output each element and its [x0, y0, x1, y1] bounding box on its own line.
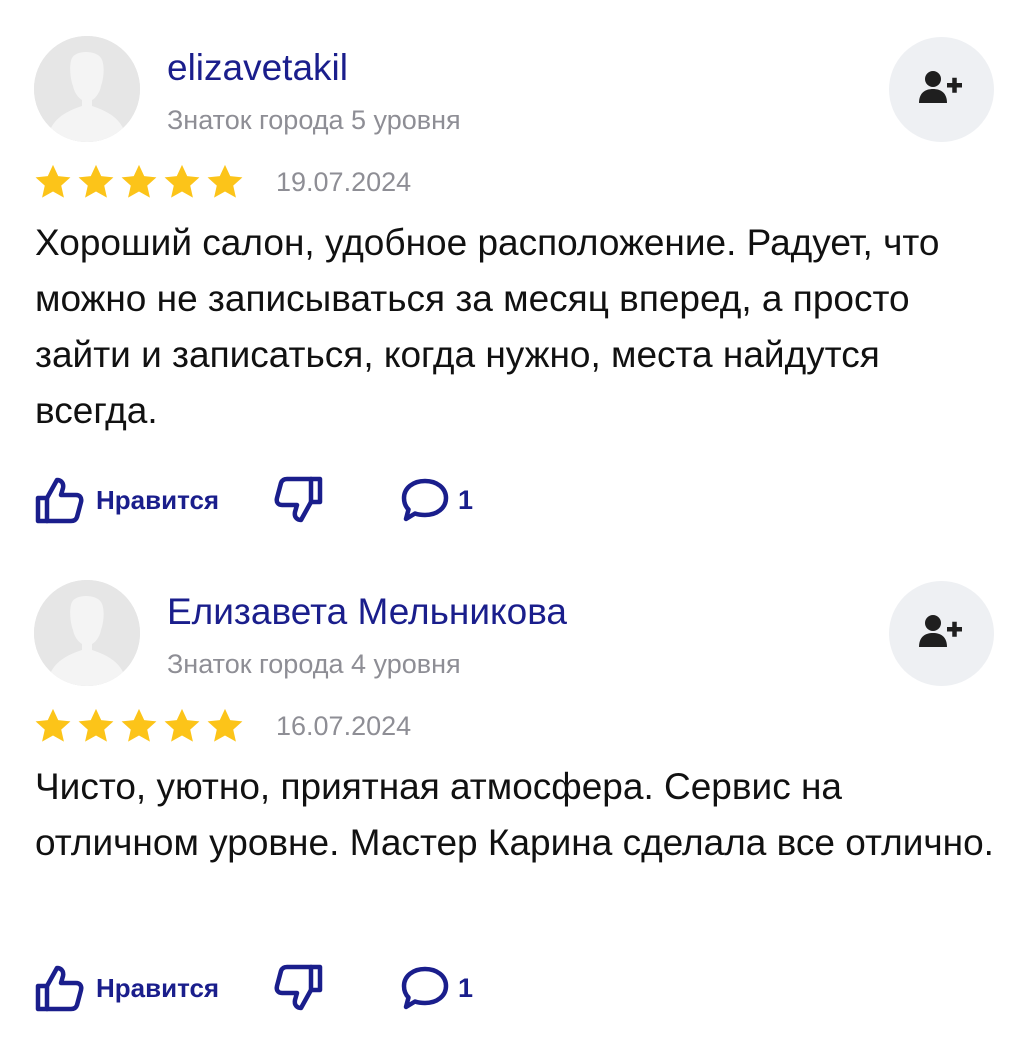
subscribe-button[interactable] — [889, 37, 994, 142]
author-name[interactable]: elizavetakil — [167, 44, 348, 92]
star-icon — [121, 164, 157, 198]
review-actions: Нравится 1 — [34, 472, 634, 528]
subscribe-button[interactable] — [889, 581, 994, 686]
like-label: Нравится — [96, 484, 220, 515]
like-button[interactable]: Нравится — [34, 960, 219, 1016]
thumbs-up-icon — [35, 477, 84, 524]
comment-bubble-icon — [401, 966, 449, 1010]
author-level: Знаток города 5 уровня — [167, 105, 461, 135]
review-text: Чисто, уютно, приятная атмосфера. Сервис… — [35, 766, 994, 863]
comment-count: 1 — [458, 972, 474, 1003]
dislike-button[interactable] — [272, 960, 324, 1016]
review-actions: Нравится 1 — [34, 960, 634, 1016]
like-label: Нравится — [96, 972, 220, 1003]
dislike-button[interactable] — [272, 472, 324, 528]
author-name[interactable]: Елизавета Мельникова — [167, 588, 567, 636]
review-text: Хороший салон, удобное расположение. Рад… — [35, 222, 940, 431]
star-icon — [207, 708, 243, 742]
user-silhouette-icon[interactable] — [34, 36, 140, 142]
star-icon — [78, 164, 114, 198]
star-icon — [121, 708, 157, 742]
rating-stars — [34, 163, 244, 201]
star-icon — [164, 164, 200, 198]
review-card: Елизавета Мельникова Знаток города 4 уро… — [0, 544, 1028, 1054]
thumbs-down-icon — [274, 476, 323, 523]
author-level: Знаток города 4 уровня — [167, 649, 461, 679]
like-button[interactable]: Нравится — [34, 472, 219, 528]
add-user-icon — [919, 615, 962, 647]
star-icon — [164, 708, 200, 742]
star-icon — [207, 164, 243, 198]
review-card: elizavetakil Знаток города 5 уровня 19.0… — [0, 0, 1028, 524]
thumbs-up-icon — [35, 965, 84, 1012]
add-user-icon — [919, 71, 962, 103]
thumbs-down-icon — [274, 964, 323, 1011]
comment-count: 1 — [458, 484, 474, 515]
comments-button[interactable]: 1 — [400, 472, 473, 528]
star-icon — [35, 164, 71, 198]
review-date: 16.07.2024 — [276, 711, 412, 741]
comments-button[interactable]: 1 — [400, 960, 473, 1016]
star-icon — [35, 708, 71, 742]
rating-stars — [34, 707, 244, 745]
review-date: 19.07.2024 — [276, 167, 412, 197]
comment-bubble-icon — [401, 478, 449, 522]
user-silhouette-icon[interactable] — [34, 580, 140, 686]
star-icon — [78, 708, 114, 742]
